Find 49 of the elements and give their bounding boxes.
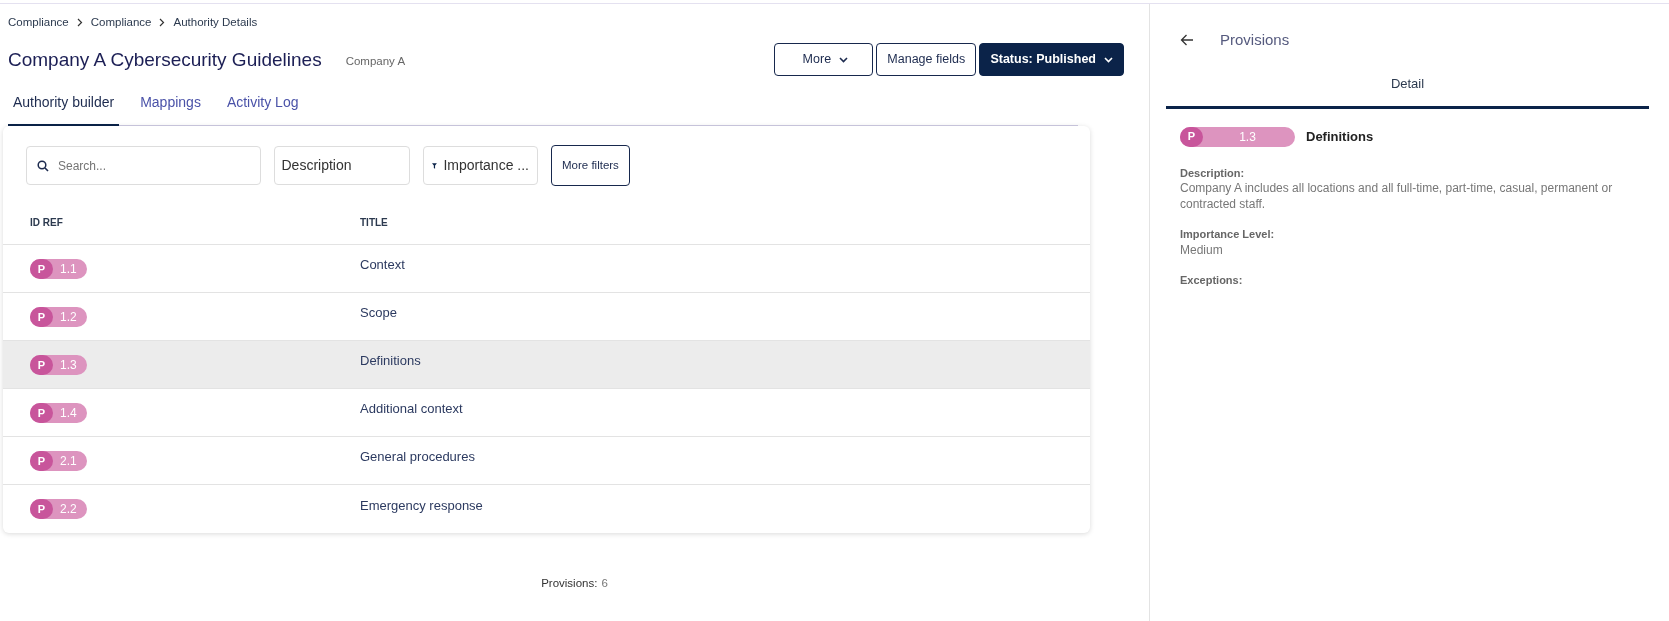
provision-badge: P 2.1 <box>30 450 87 471</box>
panel-tab[interactable]: Detail <box>1166 68 1649 109</box>
field-label: Exceptions: <box>1180 273 1244 289</box>
header-button[interactable]: Status: Published <box>979 43 1124 77</box>
chevron-down-icon <box>839 56 849 63</box>
importance-filter[interactable]: Importance ... <box>423 146 538 186</box>
tab[interactable]: Mappings <box>135 84 206 127</box>
provision-badge: P 2.2 <box>30 499 87 520</box>
row-title: Additional context <box>360 400 463 418</box>
column-header: TITLE <box>360 216 388 231</box>
count-label: Provisions: <box>541 577 598 590</box>
description-field[interactable]: Description <box>274 146 410 186</box>
detail-heading: Definitions <box>1306 127 1374 146</box>
tab[interactable]: Activity Log <box>221 84 304 127</box>
table-row[interactable]: P 1.1 Context <box>3 245 1090 294</box>
column-header: ID REF <box>30 216 64 231</box>
table-row[interactable]: P 2.2 Emergency response <box>3 485 1090 534</box>
row-title: Emergency response <box>360 496 483 515</box>
search-field[interactable]: Search... <box>26 146 261 186</box>
chevron-right-icon <box>159 18 166 28</box>
row-title: General procedures <box>360 448 475 466</box>
chevron-right-icon <box>76 18 83 28</box>
chevron-down-icon <box>1104 56 1113 63</box>
breadcrumb-link[interactable]: Compliance <box>8 14 69 32</box>
provision-badge: P 1.2 <box>30 306 87 327</box>
count-value: 6 <box>601 577 608 590</box>
back-arrow-icon[interactable] <box>1180 34 1194 46</box>
field-label: Importance Level: <box>1180 227 1276 243</box>
panel-title: Provisions <box>1220 29 1290 50</box>
more-filters-button[interactable]: More filters <box>551 145 630 187</box>
table-row[interactable]: P 1.3 Definitions <box>3 341 1090 390</box>
provision-badge: P 1.3 <box>30 354 87 375</box>
field-value: Company A includes all locations and all full-time, part-time, casual, permanent or contracted staff. <box>1180 181 1614 213</box>
page-title: Company A Cybersecurity Guidelines <box>8 47 322 72</box>
page-subtitle: Company A <box>345 54 406 70</box>
field-label: Description: <box>1180 165 1246 181</box>
table-row[interactable]: P 2.1 General procedures <box>3 437 1090 486</box>
provision-badge: P 1.4 <box>30 402 87 423</box>
table-row[interactable]: P 1.4 Additional context <box>3 389 1090 438</box>
row-title: Definitions <box>360 352 421 370</box>
field-value: Medium <box>1180 242 1224 259</box>
provision-badge: P 1.1 <box>30 258 87 279</box>
breadcrumb-link[interactable]: Authority Details <box>173 14 258 32</box>
row-title: Scope <box>360 304 397 322</box>
breadcrumb-link[interactable]: Compliance <box>90 14 152 32</box>
header-button[interactable]: More <box>773 43 874 77</box>
header-button[interactable]: Manage fields <box>876 43 977 77</box>
provision-badge: P 1.3 <box>1180 126 1295 147</box>
row-title: Context <box>360 256 405 274</box>
